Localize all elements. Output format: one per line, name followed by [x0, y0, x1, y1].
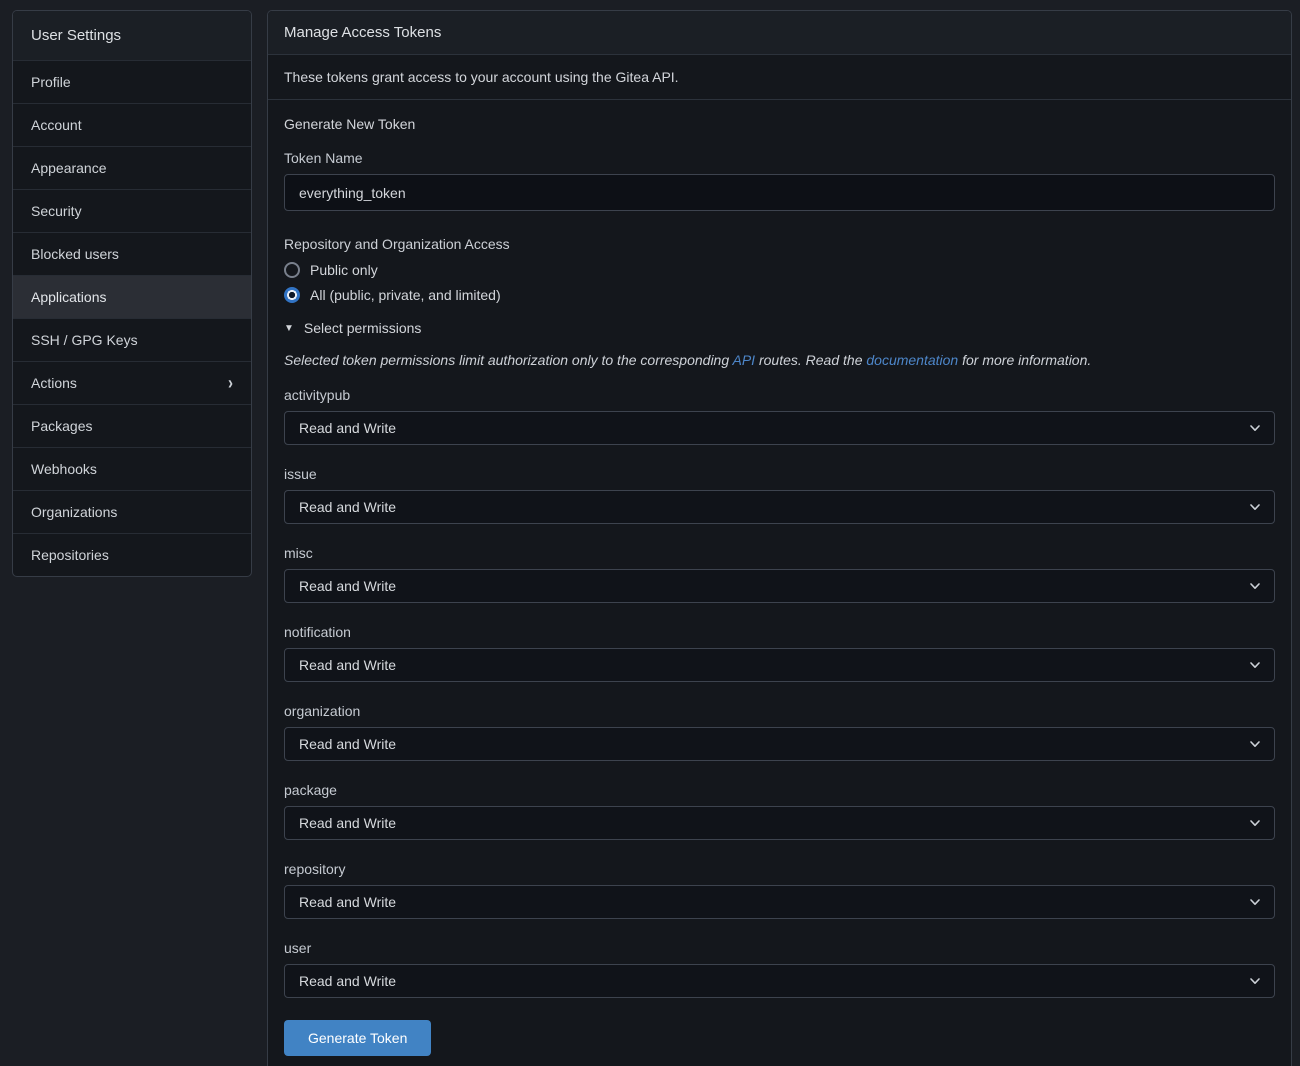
perm-label-user: user [284, 940, 1275, 956]
radio-checked-icon[interactable] [284, 287, 300, 303]
perm-label-activitypub: activitypub [284, 387, 1275, 403]
perm-select-organization[interactable]: Read and Write [284, 727, 1275, 761]
settings-page: User Settings Profile Account Appearance… [0, 0, 1300, 1066]
chevron-down-icon [1249, 501, 1261, 513]
radio-public-only-label: Public only [310, 262, 378, 278]
perm-label-issue: issue [284, 466, 1275, 482]
manage-access-tokens-panel: Manage Access Tokens These tokens grant … [267, 10, 1292, 1066]
perm-select-issue[interactable]: Read and Write [284, 490, 1275, 524]
perm-field-misc: misc Read and Write [284, 545, 1275, 603]
panel-description: These tokens grant access to your accoun… [268, 55, 1291, 100]
perm-label-misc: misc [284, 545, 1275, 561]
documentation-link[interactable]: documentation [866, 352, 958, 368]
perm-label-repository: repository [284, 861, 1275, 877]
api-link[interactable]: API [733, 352, 756, 368]
token-name-input[interactable] [284, 174, 1275, 211]
perm-select-misc[interactable]: Read and Write [284, 569, 1275, 603]
perm-field-repository: repository Read and Write [284, 861, 1275, 919]
panel-title: Manage Access Tokens [268, 11, 1291, 55]
caret-down-icon: ▼ [284, 323, 294, 334]
chevron-down-icon [1249, 422, 1261, 434]
sidebar-item-repositories[interactable]: Repositories [13, 533, 251, 576]
perm-select-repository[interactable]: Read and Write [284, 885, 1275, 919]
perm-field-package: package Read and Write [284, 782, 1275, 840]
perm-field-notification: notification Read and Write [284, 624, 1275, 682]
select-permissions-label: Select permissions [304, 320, 422, 336]
perm-field-activitypub: activitypub Read and Write [284, 387, 1275, 445]
chevron-down-icon [1249, 975, 1261, 987]
chevron-down-icon [1249, 659, 1261, 671]
perm-label-notification: notification [284, 624, 1275, 640]
chevron-down-icon [1249, 738, 1261, 750]
generate-token-button[interactable]: Generate Token [284, 1020, 431, 1056]
sidebar-item-applications[interactable]: Applications [13, 275, 251, 318]
radio-unchecked-icon[interactable] [284, 262, 300, 278]
sidebar-item-organizations[interactable]: Organizations [13, 490, 251, 533]
radio-all-access[interactable]: All (public, private, and limited) [284, 287, 1275, 303]
sidebar-item-appearance[interactable]: Appearance [13, 146, 251, 189]
chevron-down-icon [1249, 580, 1261, 592]
perm-field-issue: issue Read and Write [284, 466, 1275, 524]
sidebar-item-security[interactable]: Security [13, 189, 251, 232]
chevron-down-icon [1249, 817, 1261, 829]
sidebar-item-webhooks[interactable]: Webhooks [13, 447, 251, 490]
user-settings-sidebar: User Settings Profile Account Appearance… [12, 10, 252, 577]
perm-select-package[interactable]: Read and Write [284, 806, 1275, 840]
access-scope-label: Repository and Organization Access [284, 236, 1275, 252]
sidebar-item-ssh-gpg-keys[interactable]: SSH / GPG Keys [13, 318, 251, 361]
chevron-right-icon: › [228, 374, 233, 393]
sidebar-item-packages[interactable]: Packages [13, 404, 251, 447]
perm-field-user: user Read and Write [284, 940, 1275, 998]
access-scope-options: Public only All (public, private, and li… [284, 262, 1275, 303]
perm-field-organization: organization Read and Write [284, 703, 1275, 761]
select-permissions-toggle[interactable]: ▼ Select permissions [284, 320, 1275, 336]
generate-token-form: Generate New Token Token Name Repository… [268, 100, 1291, 1066]
perm-label-organization: organization [284, 703, 1275, 719]
radio-public-only[interactable]: Public only [284, 262, 1275, 278]
sidebar-item-blocked-users[interactable]: Blocked users [13, 232, 251, 275]
sidebar-title: User Settings [13, 11, 251, 60]
radio-all-access-label: All (public, private, and limited) [310, 287, 501, 303]
perm-label-package: package [284, 782, 1275, 798]
section-title: Generate New Token [284, 116, 1275, 132]
perm-select-user[interactable]: Read and Write [284, 964, 1275, 998]
token-name-label: Token Name [284, 150, 1275, 166]
perm-select-notification[interactable]: Read and Write [284, 648, 1275, 682]
chevron-down-icon [1249, 896, 1261, 908]
sidebar-item-actions[interactable]: Actions › [13, 361, 251, 404]
sidebar-item-account[interactable]: Account [13, 103, 251, 146]
sidebar-item-profile[interactable]: Profile [13, 60, 251, 103]
perm-select-activitypub[interactable]: Read and Write [284, 411, 1275, 445]
permissions-note: Selected token permissions limit authori… [284, 352, 1275, 368]
